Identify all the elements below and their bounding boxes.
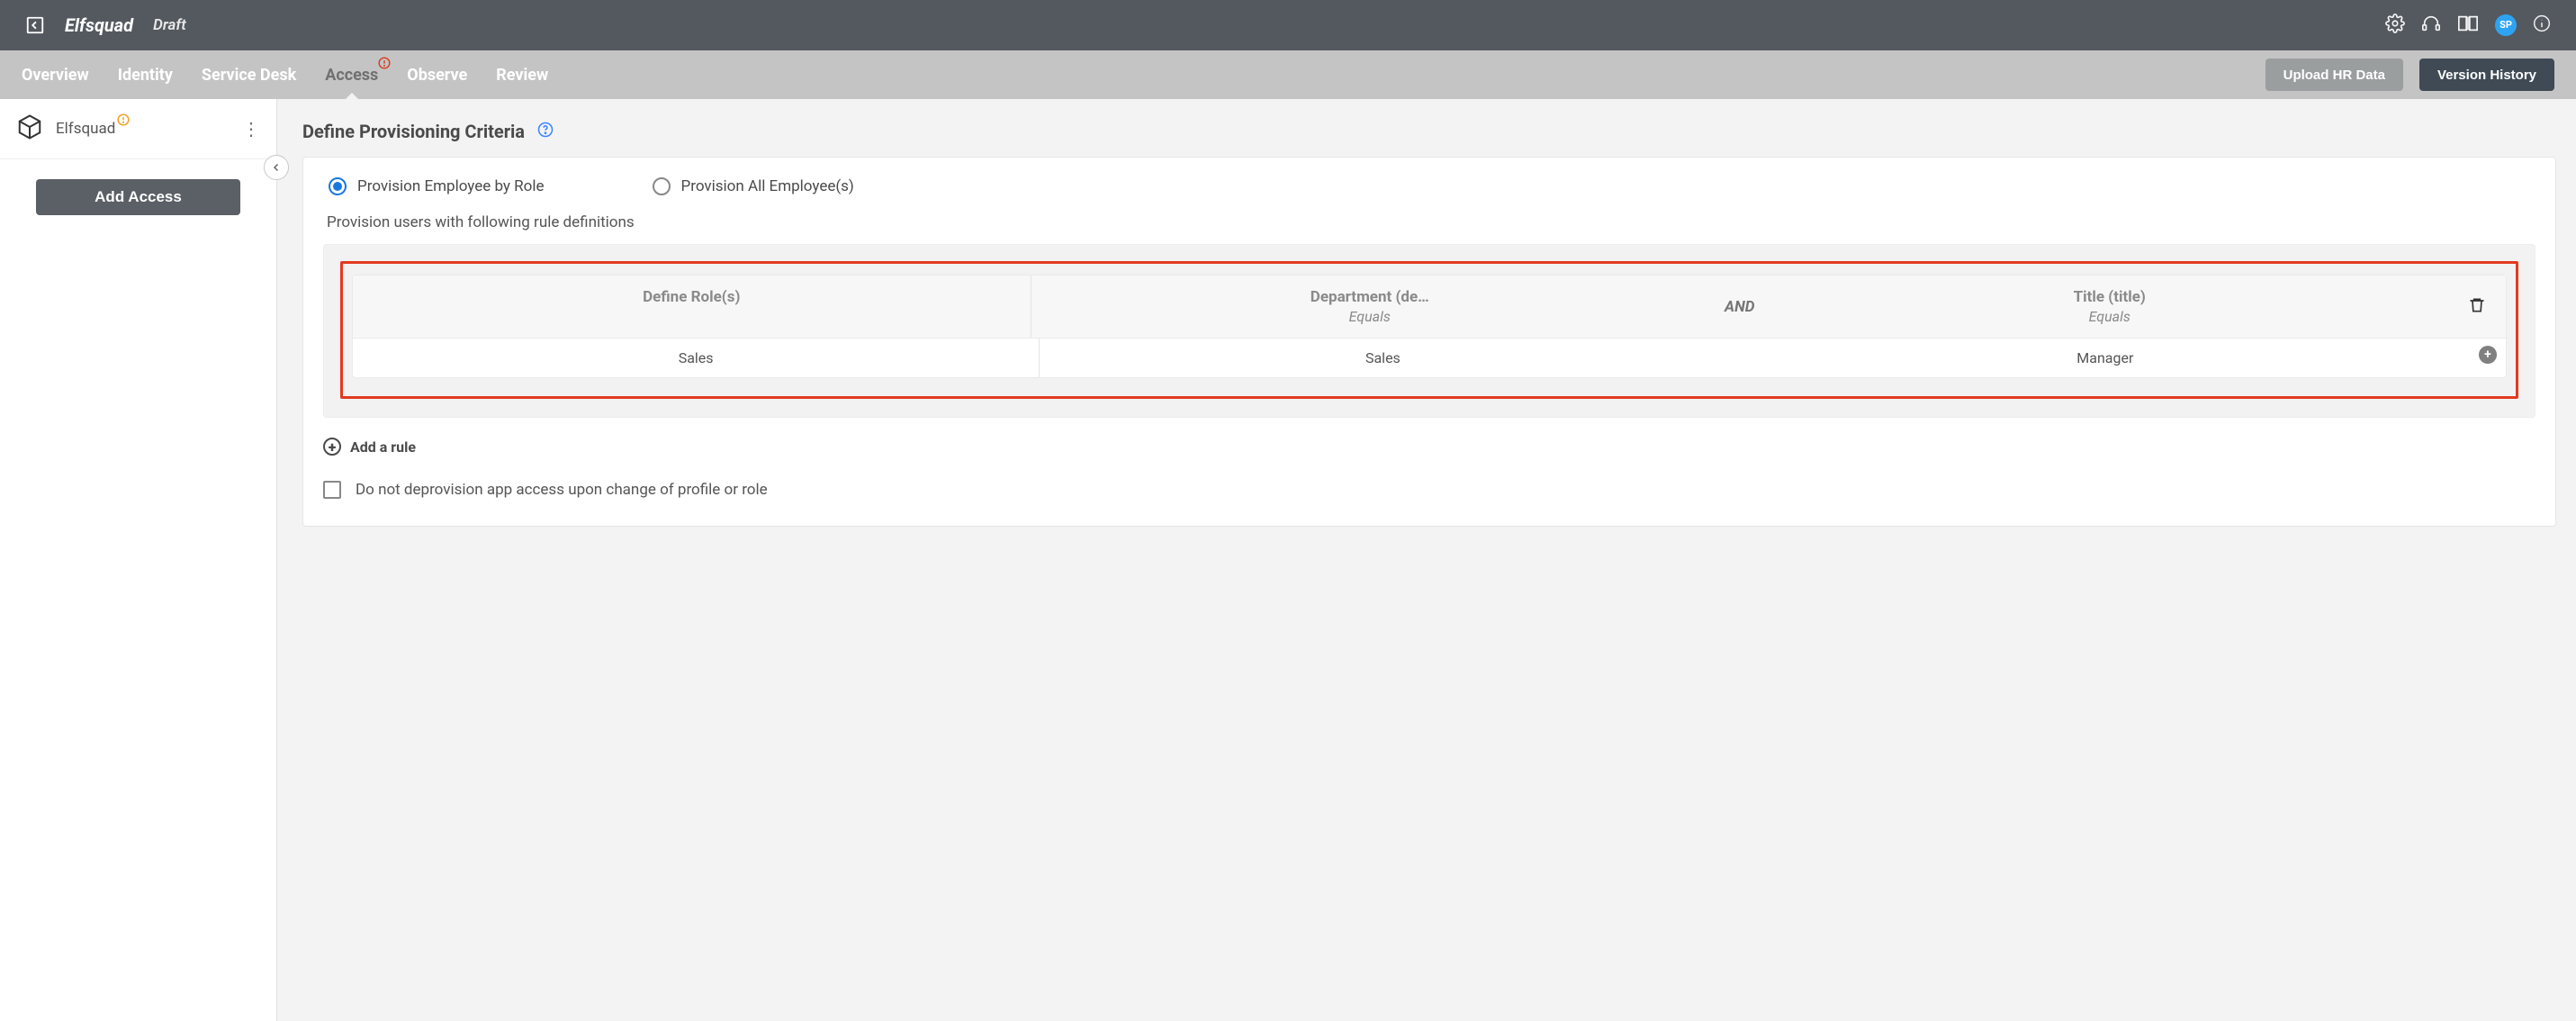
provision-radio-row: Provision Employee by Role Provision All… bbox=[329, 177, 2535, 195]
back-icon[interactable] bbox=[25, 15, 45, 35]
logic-operator: AND bbox=[1708, 276, 1770, 338]
department-operator: Equals bbox=[1039, 308, 1702, 325]
plus-circle-icon: + bbox=[323, 438, 341, 456]
rules-container: Define Role(s) Department (de… Equals AN… bbox=[323, 244, 2535, 418]
upload-hr-data-button[interactable]: Upload HR Data bbox=[2265, 59, 2403, 91]
section-title: Define Provisioning Criteria bbox=[302, 121, 525, 142]
sidebar-app-name: Elfsquad bbox=[56, 120, 115, 138]
radio-selected-icon bbox=[329, 177, 347, 195]
col-role-header: Define Role(s) bbox=[353, 276, 1031, 338]
headset-icon[interactable] bbox=[2421, 14, 2441, 37]
col-title-header: Title (title) Equals bbox=[1770, 276, 2448, 338]
tab-observe[interactable]: Observe bbox=[407, 51, 467, 99]
radio-all-label: Provision All Employee(s) bbox=[681, 177, 854, 195]
sidebar-app-name-text: Elfsquad bbox=[56, 120, 115, 138]
brand-name: Elfsquad bbox=[65, 14, 133, 36]
cell-role[interactable]: Sales bbox=[353, 339, 1040, 377]
tab-access-label: Access bbox=[325, 66, 378, 85]
book-icon[interactable] bbox=[2457, 14, 2479, 37]
tab-strip: Overview Identity Service Desk Access Ob… bbox=[0, 50, 2576, 99]
radio-unselected-icon bbox=[653, 177, 671, 195]
section-title-row: Define Provisioning Criteria bbox=[302, 121, 2556, 142]
cell-title[interactable]: Manager bbox=[1762, 339, 2448, 377]
warning-badge-icon bbox=[117, 113, 130, 131]
help-icon[interactable] bbox=[537, 122, 554, 141]
alert-icon bbox=[378, 57, 391, 69]
tab-access[interactable]: Access bbox=[325, 51, 378, 99]
radio-provision-by-role[interactable]: Provision Employee by Role bbox=[329, 177, 545, 195]
user-avatar[interactable]: SP bbox=[2495, 14, 2517, 36]
rules-row: Sales Sales Manager + bbox=[353, 338, 2506, 377]
col-department-header: Department (de… Equals bbox=[1031, 276, 1709, 338]
add-condition-icon[interactable]: + bbox=[2479, 346, 2497, 364]
rules-highlight: Define Role(s) Department (de… Equals AN… bbox=[340, 261, 2518, 399]
main-content: Define Provisioning Criteria Provision E… bbox=[277, 99, 2576, 1021]
cell-department[interactable]: Sales bbox=[1040, 339, 1725, 377]
collapse-sidebar-button[interactable] bbox=[264, 155, 289, 180]
add-rule-label: Add a rule bbox=[350, 438, 416, 456]
top-bar: Elfsquad Draft SP bbox=[0, 0, 2576, 50]
criteria-panel: Provision Employee by Role Provision All… bbox=[302, 157, 2556, 527]
radio-provision-all[interactable]: Provision All Employee(s) bbox=[653, 177, 854, 195]
tab-overview[interactable]: Overview bbox=[22, 51, 89, 99]
role-header-label: Define Role(s) bbox=[360, 288, 1023, 306]
sidebar-button-wrap: Add Access bbox=[0, 159, 276, 235]
rules-card: Define Role(s) Department (de… Equals AN… bbox=[352, 275, 2507, 378]
settings-gear-icon[interactable] bbox=[2385, 14, 2405, 37]
draft-status: Draft bbox=[153, 16, 186, 34]
rule-caption: Provision users with following rule defi… bbox=[327, 213, 2535, 231]
tab-identity[interactable]: Identity bbox=[118, 51, 173, 99]
cube-icon bbox=[16, 113, 43, 144]
deprovision-checkbox-label: Do not deprovision app access upon chang… bbox=[356, 481, 768, 499]
body: Elfsquad ⋮ Add Access Define Provisionin… bbox=[0, 99, 2576, 1021]
trash-icon[interactable] bbox=[2468, 296, 2486, 318]
department-header-label: Department (de… bbox=[1039, 288, 1702, 306]
tab-service-desk[interactable]: Service Desk bbox=[202, 51, 296, 99]
col-actions bbox=[2448, 276, 2506, 338]
top-bar-right: SP bbox=[2385, 14, 2551, 37]
radio-by-role-label: Provision Employee by Role bbox=[357, 177, 545, 195]
sidebar-app-row[interactable]: Elfsquad ⋮ bbox=[0, 99, 276, 159]
tabs: Overview Identity Service Desk Access Ob… bbox=[22, 51, 548, 99]
sidebar: Elfsquad ⋮ Add Access bbox=[0, 99, 277, 1021]
cell-actions: + bbox=[2448, 339, 2506, 377]
kebab-menu-icon[interactable]: ⋮ bbox=[242, 118, 260, 140]
rules-header: Define Role(s) Department (de… Equals AN… bbox=[353, 276, 2506, 338]
deprovision-checkbox-row[interactable]: Do not deprovision app access upon chang… bbox=[323, 481, 2535, 499]
checkbox-unchecked-icon[interactable] bbox=[323, 481, 341, 499]
logic-spacer bbox=[1726, 339, 1762, 377]
info-icon[interactable] bbox=[2533, 14, 2551, 36]
title-operator: Equals bbox=[1778, 308, 2441, 325]
tab-strip-actions: Upload HR Data Version History bbox=[2265, 59, 2554, 91]
version-history-button[interactable]: Version History bbox=[2419, 59, 2554, 91]
add-rule-button[interactable]: + Add a rule bbox=[323, 438, 2535, 456]
add-access-button[interactable]: Add Access bbox=[36, 179, 240, 215]
top-bar-left: Elfsquad Draft bbox=[25, 14, 186, 36]
tab-review[interactable]: Review bbox=[496, 51, 548, 99]
title-header-label: Title (title) bbox=[1778, 288, 2441, 306]
